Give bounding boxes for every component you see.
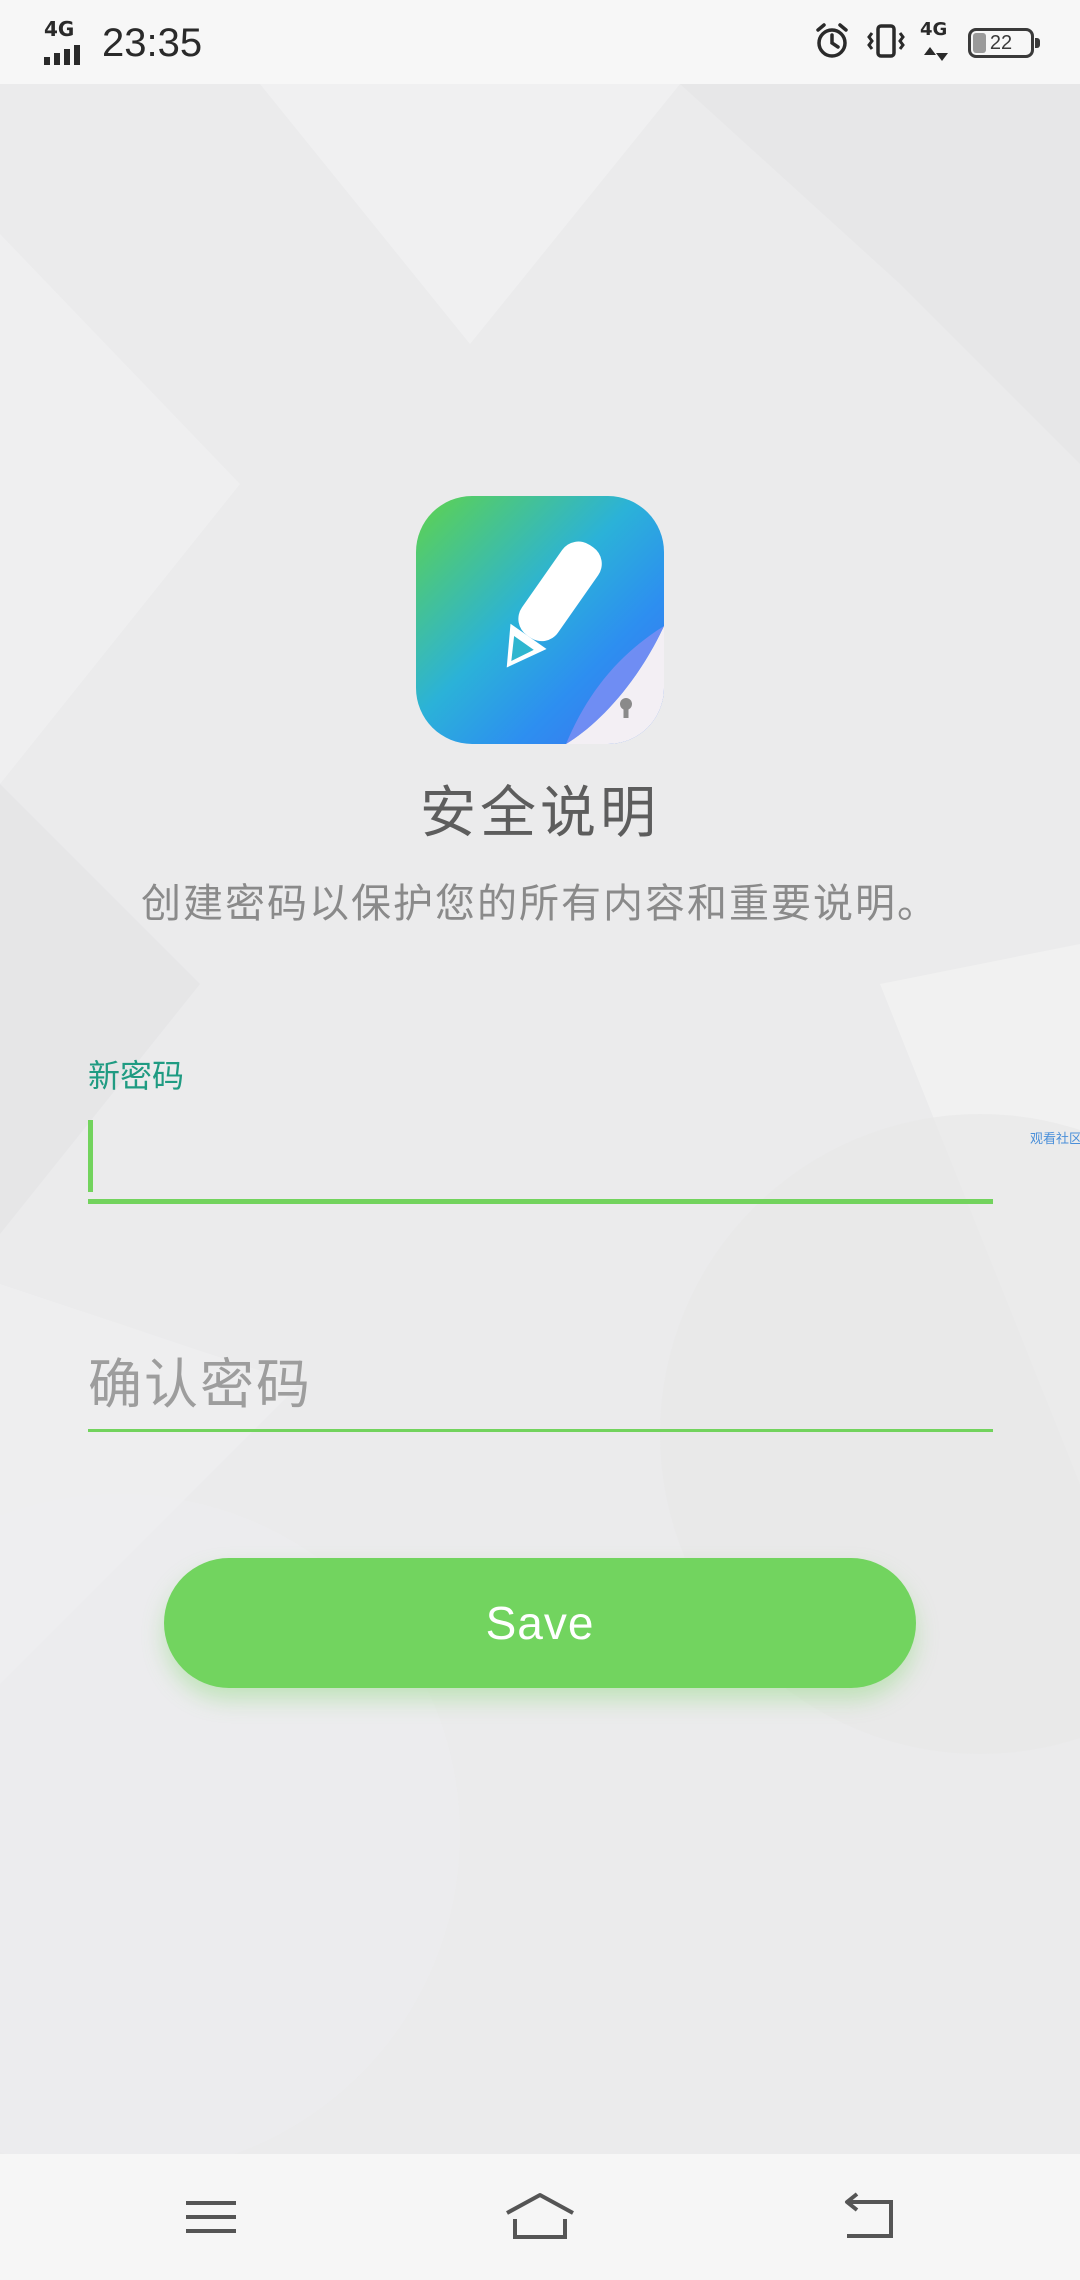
- text-cursor: [88, 1120, 93, 1192]
- status-left: 4G 23:35: [44, 18, 202, 68]
- save-button[interactable]: Save: [164, 1558, 916, 1688]
- notes-pencil-icon: [416, 496, 664, 744]
- new-password-label: 新密码: [88, 1057, 185, 1095]
- back-icon[interactable]: [829, 2184, 909, 2250]
- side-watermark: 观看社区: [1030, 1132, 1080, 1147]
- background-pattern: [0, 84, 1080, 2154]
- network-type-label: 4G: [44, 17, 75, 41]
- alarm-icon: [812, 21, 852, 65]
- signal-icon: 4G: [44, 17, 90, 65]
- confirm-password-input[interactable]: [88, 1340, 993, 1432]
- vibrate-icon: [866, 21, 906, 65]
- status-time: 23:35: [102, 21, 203, 65]
- battery-icon: 22: [968, 28, 1040, 58]
- status-right: 4G 22: [812, 18, 1040, 68]
- data-arrows-icon: 4G: [920, 19, 954, 63]
- main-content: 安全说明 创建密码以保护您的所有内容和重要说明。 新密码 观看社区 Save: [0, 84, 1080, 2154]
- home-icon[interactable]: [500, 2184, 580, 2250]
- page-subtitle: 创建密码以保护您的所有内容和重要说明。: [141, 881, 939, 927]
- navigation-bar: [0, 2154, 1080, 2280]
- new-password-input[interactable]: [88, 1124, 993, 1204]
- battery-percent: 22: [989, 32, 1013, 54]
- status-bar: 4G 23:35 4G 22: [0, 0, 1080, 84]
- network-type-label-right: 4G: [920, 19, 948, 40]
- page-title: 安全说明: [420, 781, 660, 846]
- menu-icon[interactable]: [171, 2184, 251, 2250]
